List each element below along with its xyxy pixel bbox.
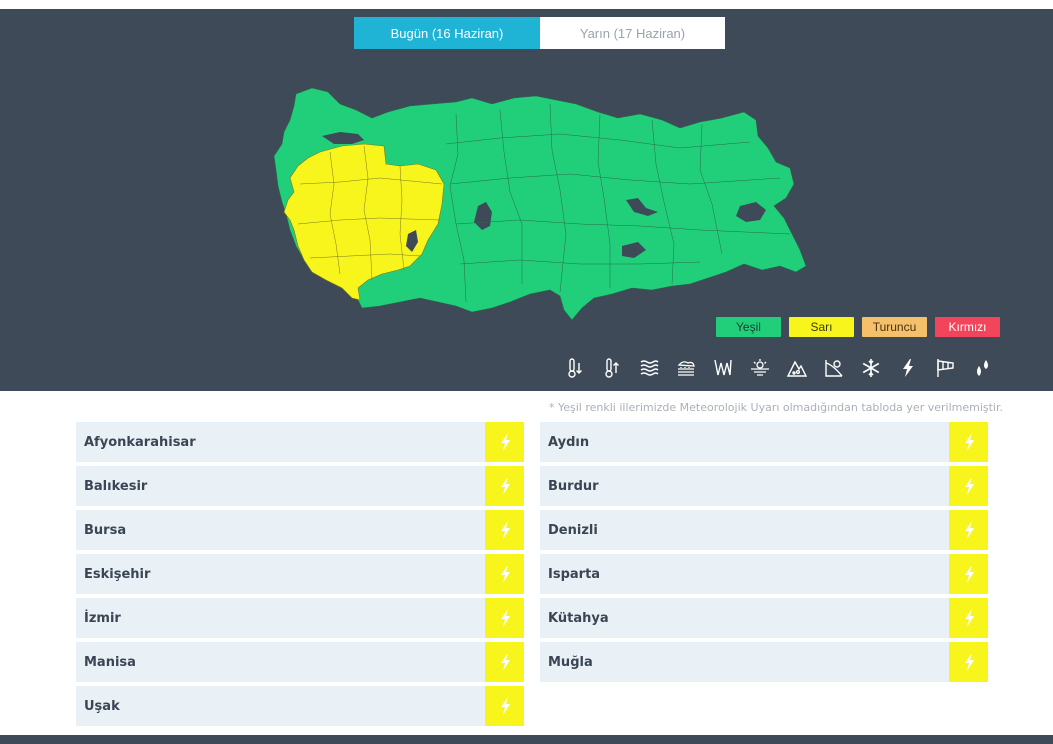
province-row[interactable]: Burdur	[540, 466, 988, 506]
province-name: Aydın	[548, 434, 590, 450]
turkey-warning-map[interactable]	[260, 74, 820, 329]
province-list-left: Afyonkarahisar Balıkesir Bursa Eskişehir…	[76, 422, 524, 730]
province-row[interactable]: Eskişehir	[76, 554, 524, 594]
province-row[interactable]: Balıkesir	[76, 466, 524, 506]
province-row[interactable]: Bursa	[76, 510, 524, 550]
hazard-icon-bar	[556, 356, 1000, 380]
cold-icon[interactable]	[556, 356, 593, 380]
province-name: Muğla	[548, 654, 593, 670]
province-name: Uşak	[84, 698, 120, 714]
thunderstorm-icon	[949, 554, 988, 594]
snow-icon[interactable]	[852, 356, 889, 380]
legend-orange: Turuncu	[862, 317, 927, 337]
windsock-icon[interactable]	[926, 356, 963, 380]
thunderstorm-icon	[949, 422, 988, 462]
thunderstorm-icon	[485, 686, 524, 726]
thunderstorm-icon	[485, 510, 524, 550]
province-name: Eskişehir	[84, 566, 151, 582]
thunderstorm-icon	[485, 422, 524, 462]
footnote: * Yeşil renkli illerimizde Meteorolojik …	[549, 401, 1003, 414]
province-name: Denizli	[548, 522, 598, 538]
thunderstorm-icon[interactable]	[889, 356, 926, 380]
province-row[interactable]: Isparta	[540, 554, 988, 594]
tab-tomorrow[interactable]: Yarın (17 Haziran)	[540, 17, 725, 49]
province-name: Afyonkarahisar	[84, 434, 196, 450]
province-row[interactable]: Manisa	[76, 642, 524, 682]
thunderstorm-icon	[949, 466, 988, 506]
province-name: Kütahya	[548, 610, 609, 626]
avalanche-icon[interactable]	[778, 356, 815, 380]
bottom-bar	[0, 735, 1053, 744]
top-strip	[0, 0, 1053, 9]
heat-icon[interactable]	[593, 356, 630, 380]
thunderstorm-icon	[485, 466, 524, 506]
province-row[interactable]: Kütahya	[540, 598, 988, 638]
province-row[interactable]: Afyonkarahisar	[76, 422, 524, 462]
thunderstorm-icon	[949, 510, 988, 550]
province-row[interactable]: Muğla	[540, 642, 988, 682]
fog-icon[interactable]	[630, 356, 667, 380]
province-name: Manisa	[84, 654, 136, 670]
province-row[interactable]: Denizli	[540, 510, 988, 550]
province-row[interactable]: İzmir	[76, 598, 524, 638]
thunderstorm-icon	[949, 598, 988, 638]
rain-icon[interactable]	[963, 356, 1000, 380]
province-name: Isparta	[548, 566, 601, 582]
province-row[interactable]: Uşak	[76, 686, 524, 726]
wind-icon[interactable]	[704, 356, 741, 380]
province-name: Balıkesir	[84, 478, 148, 494]
province-row[interactable]: Aydın	[540, 422, 988, 462]
frost-icon[interactable]	[815, 356, 852, 380]
warning-panel: Bugün (16 Haziran) Yarın (17 Haziran) Ye…	[0, 9, 1053, 391]
thunderstorm-icon	[485, 554, 524, 594]
dust-icon[interactable]	[741, 356, 778, 380]
tab-today[interactable]: Bugün (16 Haziran)	[354, 17, 540, 49]
legend-green: Yeşil	[716, 317, 781, 337]
thunderstorm-icon	[485, 598, 524, 638]
day-tabs: Bugün (16 Haziran) Yarın (17 Haziran)	[354, 17, 725, 49]
legend-yellow: Sarı	[789, 317, 854, 337]
province-name: İzmir	[84, 610, 121, 626]
province-name: Bursa	[84, 522, 127, 538]
snow-rain-icon[interactable]	[667, 356, 704, 380]
province-name: Burdur	[548, 478, 599, 494]
thunderstorm-icon	[485, 642, 524, 682]
thunderstorm-icon	[949, 642, 988, 682]
province-list-right: Aydın Burdur Denizli Isparta Kütahya Muğ…	[540, 422, 988, 686]
legend-red: Kırmızı	[935, 317, 1000, 337]
